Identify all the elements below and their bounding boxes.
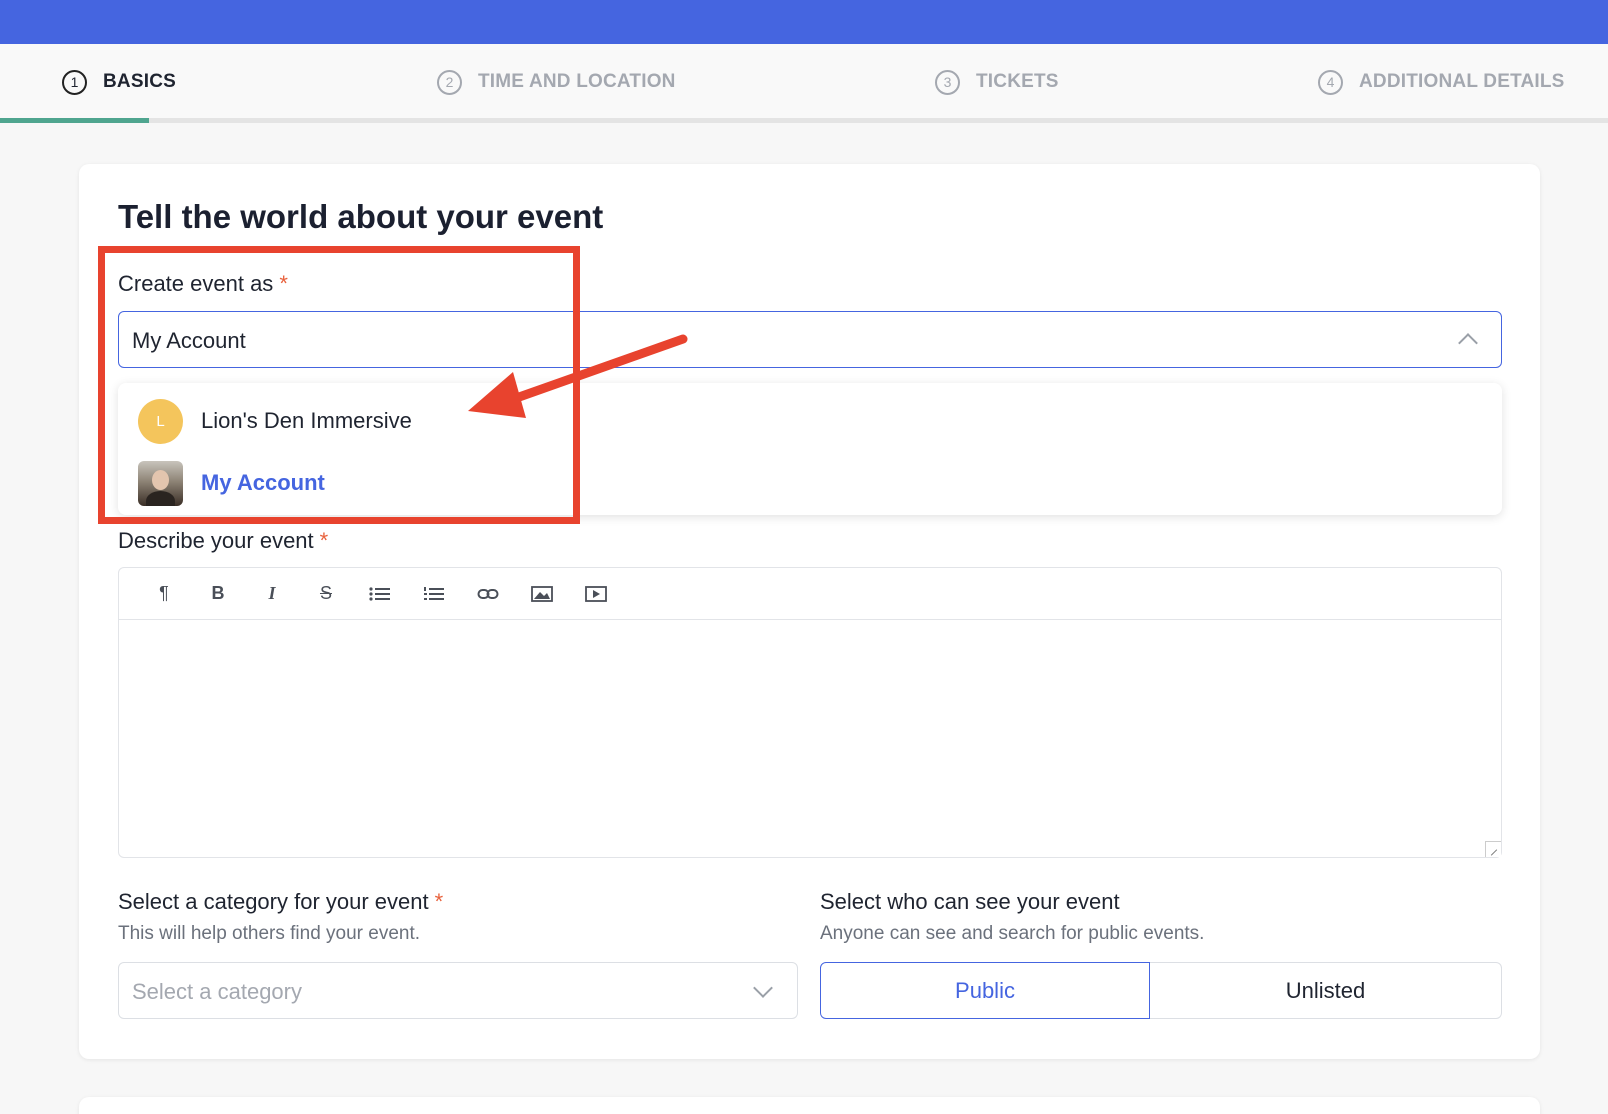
public-button[interactable]: Public <box>820 962 1150 1019</box>
next-card <box>79 1097 1540 1114</box>
create-event-as-value: My Account <box>132 328 246 353</box>
step-number-2: 2 <box>437 69 462 95</box>
strikethrough-icon[interactable]: S <box>299 579 353 609</box>
step-number-1: 1 <box>62 69 87 95</box>
resize-handle-icon[interactable] <box>1485 841 1501 857</box>
progress-track <box>0 118 1608 123</box>
option-name: Lion's Den Immersive <box>201 408 412 433</box>
image-icon[interactable] <box>515 579 569 609</box>
editor-toolbar: ¶ B I S <box>119 568 1501 620</box>
page-title: Tell the world about your event <box>118 198 604 235</box>
chevron-down-icon <box>753 978 773 998</box>
required-asterisk: * <box>319 528 329 553</box>
visibility-toggle: Public Unlisted <box>820 962 1502 1019</box>
create-event-as-dropdown: L Lion's Den Immersive My Account <box>118 383 1502 515</box>
category-placeholder: Select a category <box>132 979 302 1004</box>
step-label-time-and-location: TIME AND LOCATION <box>478 71 676 92</box>
step-label-tickets: TICKETS <box>976 71 1059 92</box>
category-hint: This will help others find your event. <box>118 923 421 944</box>
dropdown-option-lions-den[interactable]: L Lion's Den Immersive <box>138 398 412 444</box>
link-icon[interactable] <box>461 579 515 609</box>
bullet-list-icon[interactable] <box>353 579 407 609</box>
top-bar <box>0 0 1608 44</box>
step-label-basics: BASICS <box>103 71 176 92</box>
category-select[interactable]: Select a category <box>118 962 798 1019</box>
category-label: Select a category for your event * <box>118 889 443 915</box>
paragraph-icon[interactable]: ¶ <box>137 579 191 609</box>
numbered-list-icon[interactable] <box>407 579 461 609</box>
description-editor: ¶ B I S <box>118 567 1502 858</box>
italic-icon[interactable]: I <box>245 579 299 609</box>
visibility-label: Select who can see your event <box>820 889 1120 914</box>
visibility-hint: Anyone can see and search for public eve… <box>820 923 1205 944</box>
progress-bar <box>0 118 149 123</box>
dropdown-option-my-account[interactable]: My Account <box>138 460 325 506</box>
step-number-3: 3 <box>935 69 960 95</box>
step-basics[interactable]: 1 BASICS <box>62 68 176 96</box>
create-event-as-label: Create event as * <box>118 271 288 297</box>
avatar-photo <box>138 460 183 506</box>
step-label-additional-details: ADDITIONAL DETAILS <box>1359 71 1565 92</box>
create-event-as-select[interactable]: My Account <box>118 311 1502 368</box>
avatar-letter: L <box>138 398 183 444</box>
chevron-up-icon <box>1458 333 1478 353</box>
option-name-selected: My Account <box>201 470 325 495</box>
step-additional-details[interactable]: 4 ADDITIONAL DETAILS <box>1318 68 1565 96</box>
describe-event-label-text: Describe your event <box>118 528 314 553</box>
video-icon[interactable] <box>569 579 623 609</box>
step-number-4: 4 <box>1318 69 1343 95</box>
bold-icon[interactable]: B <box>191 579 245 609</box>
step-tickets[interactable]: 3 TICKETS <box>935 68 1059 96</box>
required-asterisk: * <box>279 271 288 296</box>
description-textarea[interactable] <box>119 620 1501 857</box>
required-asterisk: * <box>434 889 444 914</box>
create-event-as-label-text: Create event as <box>118 271 274 296</box>
describe-event-label: Describe your event * <box>118 528 328 554</box>
step-time-and-location[interactable]: 2 TIME AND LOCATION <box>437 68 676 96</box>
category-label-text: Select a category for your event <box>118 889 429 914</box>
unlisted-button[interactable]: Unlisted <box>1150 962 1502 1019</box>
